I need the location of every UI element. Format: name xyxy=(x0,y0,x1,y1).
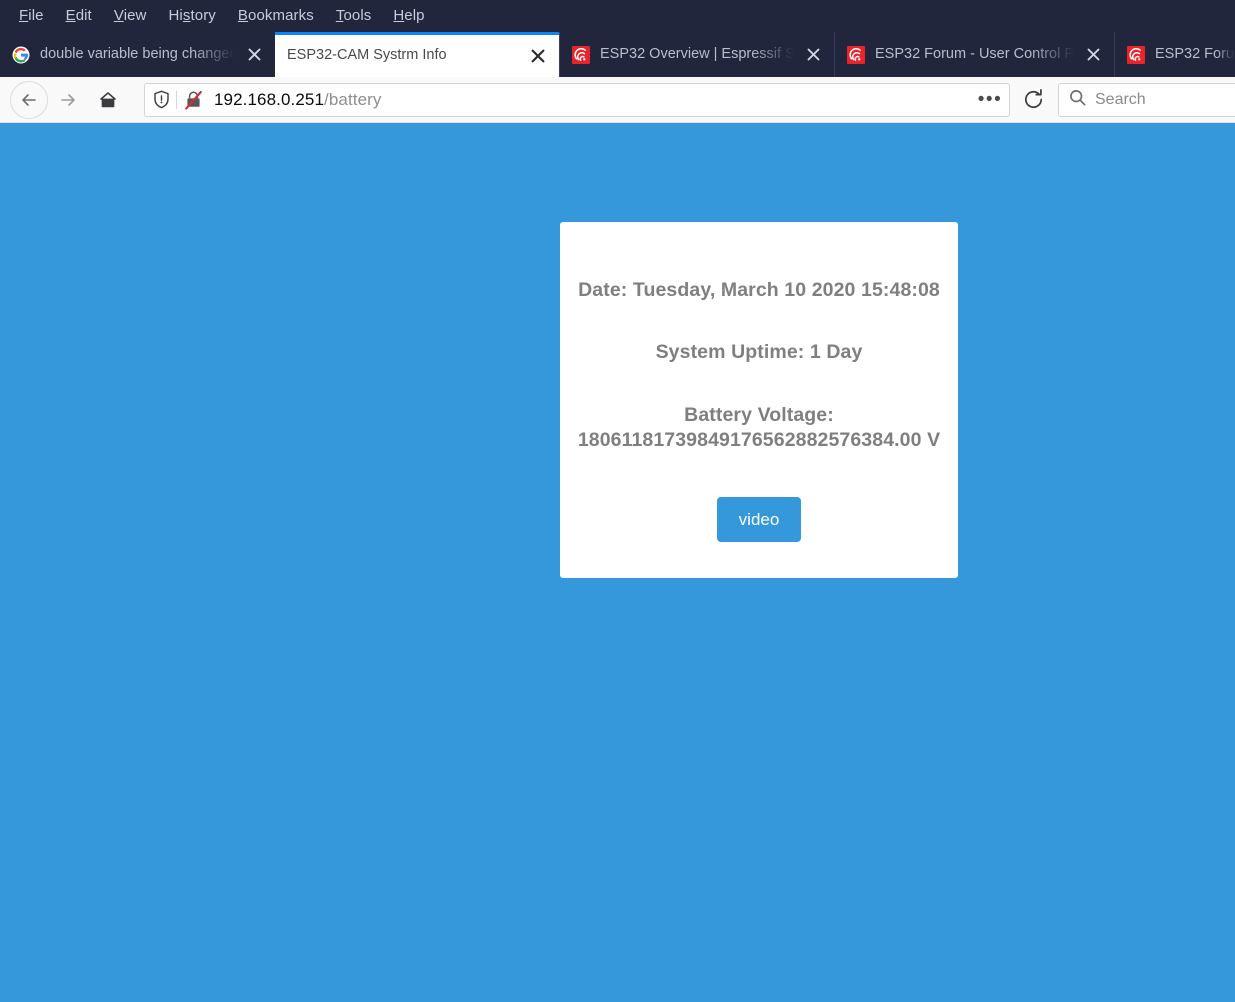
tab-esp32-forum-user-control-panel[interactable]: ESP32 Forum - User Control Pan xyxy=(834,32,1114,77)
tab-double-variable[interactable]: double variable being changed xyxy=(0,32,275,77)
menu-item-bookmarks[interactable]: Bookmarks xyxy=(227,5,325,26)
page-viewport: Date: Tuesday, March 10 2020 15:48:08 Sy… xyxy=(0,123,1235,1002)
tab-esp32-overview[interactable]: ESP32 Overview | Espressif Syst xyxy=(559,32,834,77)
url-path: /battery xyxy=(324,89,382,109)
tab-title: ESP32 Forur xyxy=(1155,45,1234,62)
close-icon[interactable] xyxy=(241,42,267,68)
espressif-icon xyxy=(1127,45,1145,64)
search-icon xyxy=(1069,89,1086,111)
google-icon xyxy=(12,46,30,64)
browser-window: File Edit View History Bookmarks Tools H… xyxy=(0,0,1235,1002)
menu-item-edit[interactable]: Edit xyxy=(55,5,103,26)
menu-item-file[interactable]: File xyxy=(8,5,55,26)
menu-item-view[interactable]: View xyxy=(103,5,158,26)
search-placeholder: Search xyxy=(1095,90,1146,108)
menu-item-help[interactable]: Help xyxy=(382,5,435,26)
menu-item-tools[interactable]: Tools xyxy=(325,5,383,26)
forward-button[interactable] xyxy=(48,81,88,119)
insecure-lock-icon[interactable] xyxy=(184,90,203,110)
address-bar[interactable]: 192.168.0.251/battery ••• xyxy=(144,82,1010,117)
home-button[interactable] xyxy=(88,81,128,119)
search-bar[interactable]: Search xyxy=(1058,82,1235,117)
url-value: 192.168.0.251/battery xyxy=(214,90,975,110)
date-text: Date: Tuesday, March 10 2020 15:48:08 xyxy=(578,279,940,301)
uptime-text: System Uptime: 1 Day xyxy=(655,341,863,363)
tab-title: ESP32 Forum - User Control Pan xyxy=(875,45,1074,62)
battery-voltage-text: Battery Voltage: 18061181739849176562882… xyxy=(577,404,941,451)
close-icon[interactable] xyxy=(800,42,826,68)
menu-bar: File Edit View History Bookmarks Tools H… xyxy=(0,0,1235,30)
tab-esp32-forum[interactable]: ESP32 Forur xyxy=(1114,32,1235,77)
system-info-card: Date: Tuesday, March 10 2020 15:48:08 Sy… xyxy=(560,222,958,578)
tab-title: ESP32 Overview | Espressif Syst xyxy=(600,45,794,62)
reload-button[interactable] xyxy=(1012,81,1054,119)
divider xyxy=(176,90,177,109)
back-button[interactable] xyxy=(10,80,48,119)
espressif-icon xyxy=(572,45,590,64)
video-button[interactable]: video xyxy=(716,497,802,542)
tab-title: double variable being changed xyxy=(40,45,235,62)
close-icon[interactable] xyxy=(525,43,551,69)
espressif-icon xyxy=(847,45,865,64)
shield-icon[interactable] xyxy=(153,90,170,109)
tab-esp32-cam-systrm-info[interactable]: ESP32-CAM Systrm Info xyxy=(275,32,559,77)
navigation-toolbar: 192.168.0.251/battery ••• Search xyxy=(0,77,1235,123)
url-host: 192.168.0.251 xyxy=(214,89,325,109)
menu-item-history[interactable]: History xyxy=(158,5,227,26)
tab-title: ESP32-CAM Systrm Info xyxy=(287,47,447,64)
close-icon[interactable] xyxy=(1080,42,1106,68)
page-actions-icon[interactable]: ••• xyxy=(975,86,1005,114)
tab-strip: double variable being changed ESP32-CAM … xyxy=(0,30,1235,77)
